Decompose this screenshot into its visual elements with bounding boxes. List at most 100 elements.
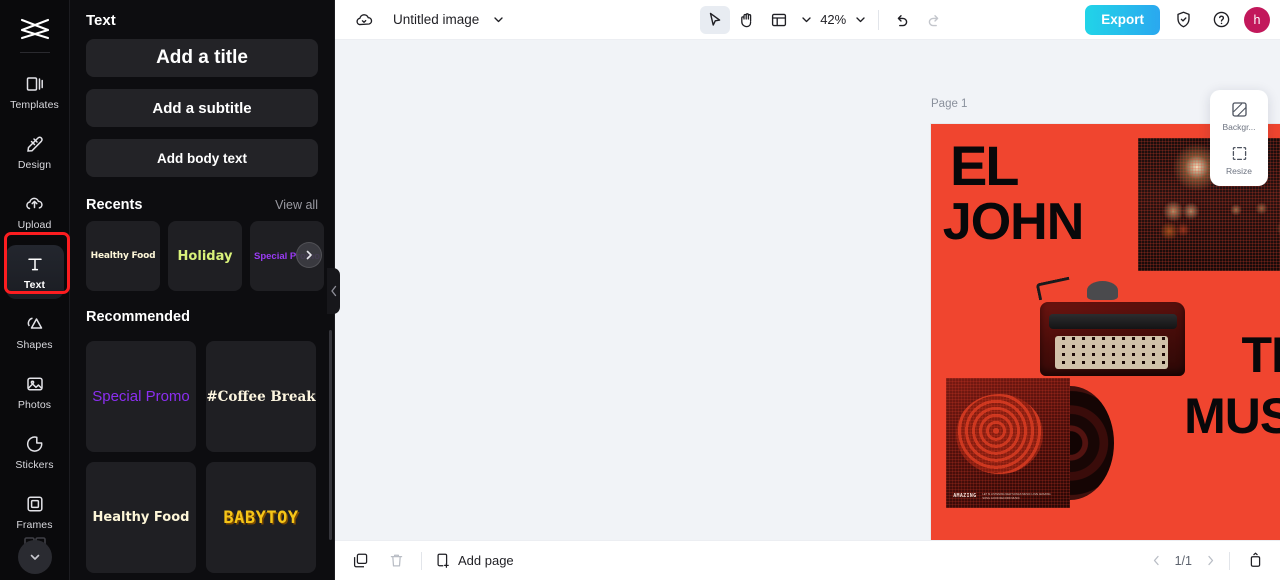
recommended-item-label: Healthy Food: [92, 510, 190, 525]
recent-item[interactable]: Healthy Food: [86, 221, 160, 291]
recommended-title: Recommended: [86, 309, 190, 325]
duplicate-icon[interactable]: [347, 548, 373, 574]
canvas-area[interactable]: Page 1 RELAX: [335, 40, 1280, 540]
chevron-down-icon[interactable]: [850, 6, 870, 34]
recents-view-all-link[interactable]: View all: [275, 198, 318, 212]
panel-scrollbar[interactable]: [329, 330, 332, 540]
recommended-grid: Special Promo #Coffee Break Healthy Food…: [70, 333, 334, 573]
add-page-icon: [434, 552, 451, 569]
sidebar-item-text[interactable]: Text: [5, 245, 64, 299]
top-toolbar: Untitled image 42% Export h: [335, 0, 1280, 40]
background-tool-label: Backgr...: [1222, 122, 1256, 132]
tool-group: 42%: [700, 5, 949, 34]
add-subtitle-button[interactable]: Add a subtitle: [86, 89, 318, 127]
sidebar-item-upload[interactable]: Upload: [6, 185, 64, 239]
cloud-save-icon[interactable]: [349, 6, 379, 34]
vinyl-brand-text: AMAZING: [953, 492, 977, 499]
page-indicator: 1/1: [1174, 553, 1192, 568]
sidebar-item-frames[interactable]: Frames: [6, 485, 64, 539]
sidebar-item-photos[interactable]: Photos: [6, 365, 64, 419]
design-canvas-page[interactable]: RELAX AMAZING LE: [931, 124, 1280, 540]
bottom-divider: [1229, 551, 1230, 570]
recommended-item-label: BABYTOY: [223, 507, 299, 528]
typewriter-photo[interactable]: [1034, 277, 1190, 382]
add-body-text-button[interactable]: Add body text: [86, 139, 318, 177]
toolbar-divider: [878, 9, 880, 30]
recommended-item[interactable]: #Coffee Break: [206, 341, 316, 452]
app-root: Templates Design Upload Text Shapes Phot…: [0, 0, 1280, 580]
background-icon: [1230, 100, 1249, 119]
shield-check-icon[interactable]: [1168, 6, 1198, 34]
typewriter-roller: [1087, 281, 1119, 301]
hand-pan-icon[interactable]: [732, 6, 762, 34]
resize-icon: [1230, 144, 1249, 163]
recent-item[interactable]: Holiday: [168, 221, 242, 291]
design-icon: [24, 133, 46, 155]
capcut-logo-icon[interactable]: [13, 14, 57, 44]
recent-item-label: Healthy Food: [90, 251, 156, 261]
design-text-john[interactable]: JOHN: [943, 195, 1084, 247]
upload-cloud-icon: [24, 193, 46, 215]
recommended-item-label: #Coffee Break: [206, 388, 316, 405]
cursor-arrow-icon[interactable]: [700, 5, 731, 34]
export-button[interactable]: Export: [1085, 4, 1160, 35]
recommended-item[interactable]: BABYTOY: [206, 462, 316, 573]
recents-header: Recents View all: [70, 189, 334, 221]
sidebar-item-shapes[interactable]: Shapes: [6, 305, 64, 359]
recommended-item-label: Special Promo: [92, 388, 190, 405]
redo-arrow-icon[interactable]: [919, 6, 949, 34]
recents-carousel: Healthy Food Holiday Special Promo: [70, 221, 334, 291]
typewriter-lever: [1035, 277, 1073, 301]
floating-tool-card: Backgr... Resize: [1210, 90, 1268, 186]
sidebar-item-stickers[interactable]: Stickers: [6, 425, 64, 479]
sidebar-label: Photos: [17, 399, 52, 411]
question-circle-icon[interactable]: [1206, 6, 1236, 34]
vinyl-cover-rings: [955, 393, 1043, 475]
sidebar-label: Shapes: [16, 339, 53, 351]
chevron-down-icon[interactable]: [487, 6, 509, 34]
typewriter-body: [1040, 302, 1186, 376]
trash-icon[interactable]: [383, 548, 409, 574]
bottom-toolbar: Add page 1/1: [335, 540, 1280, 580]
vinyl-record-album-photo[interactable]: AMAZING LET IS LISTENING NEW SONGS MUSIC…: [945, 378, 1115, 509]
text-t-icon: [24, 253, 46, 275]
design-text-music[interactable]: MUSIC: [1184, 391, 1280, 440]
bottom-divider: [421, 551, 422, 570]
chevron-left-icon[interactable]: [1150, 554, 1163, 567]
chevron-right-icon[interactable]: [1204, 554, 1217, 567]
vinyl-cover: AMAZING LET IS LISTENING NEW SONGS MUSIC…: [945, 378, 1071, 509]
sidebar-item-design[interactable]: Design: [6, 125, 64, 179]
recommended-item[interactable]: Special Promo: [86, 341, 196, 452]
vinyl-caption-text: LET IS LISTENING NEW SONGS MUSIC LOVE AM…: [982, 492, 1051, 500]
sidebar-label: Stickers: [15, 459, 54, 471]
shapes-icon: [24, 313, 46, 335]
panel-collapse-handle[interactable]: [327, 268, 340, 314]
chevron-down-icon[interactable]: [796, 6, 816, 34]
layout-grid-icon[interactable]: [764, 6, 794, 34]
undo-arrow-icon[interactable]: [887, 6, 917, 34]
text-panel: Text Add a title Add a subtitle Add body…: [70, 0, 335, 580]
avatar[interactable]: h: [1244, 6, 1270, 33]
zoom-level[interactable]: 42%: [818, 12, 848, 27]
page-navigation: 1/1: [1150, 554, 1217, 568]
frames-icon: [24, 493, 46, 515]
resize-tool-label: Resize: [1226, 166, 1252, 176]
sidebar-label: Templates: [10, 99, 59, 111]
page-label: Page 1: [931, 97, 968, 110]
panel-title: Text: [86, 12, 116, 29]
typewriter-carriage: [1049, 314, 1177, 329]
sidebar-label: Design: [17, 159, 52, 171]
add-page-button[interactable]: Add page: [434, 552, 514, 569]
document-title[interactable]: Untitled image: [393, 12, 479, 27]
sidebar-item-templates[interactable]: Templates: [6, 65, 64, 119]
background-tool-button[interactable]: Backgr...: [1210, 98, 1268, 134]
notes-icon[interactable]: [1242, 548, 1268, 574]
templates-icon: [24, 73, 46, 95]
design-text-el[interactable]: EL: [950, 137, 1020, 193]
chevron-right-icon[interactable]: [296, 242, 322, 268]
design-text-the[interactable]: THE: [1242, 330, 1280, 379]
recommended-item[interactable]: Healthy Food: [86, 462, 196, 573]
chevron-down-icon[interactable]: [18, 540, 52, 574]
add-title-button[interactable]: Add a title: [86, 39, 318, 77]
resize-tool-button[interactable]: Resize: [1210, 142, 1268, 178]
